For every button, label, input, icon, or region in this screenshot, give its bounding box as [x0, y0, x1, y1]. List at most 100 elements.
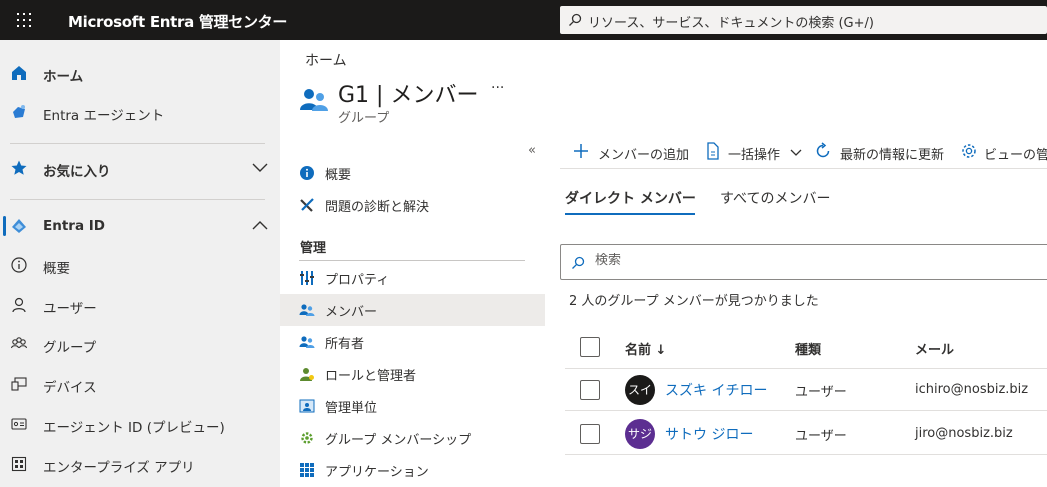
refresh-icon	[816, 142, 830, 158]
nav-item-home[interactable]: ホーム	[0, 53, 280, 93]
members-icon	[299, 304, 315, 316]
menu-item-diagnose[interactable]: 問題の診断と解決	[280, 189, 545, 221]
page-title: G1 | メンバー	[338, 83, 479, 108]
nav-item-label: デバイス	[43, 380, 97, 396]
bulk-operations-label: 一括操作	[728, 148, 781, 163]
nav-item-users[interactable]: ユーザー	[0, 285, 280, 325]
menu-item-applications[interactable]: アプリケーション	[280, 454, 545, 486]
nav-item-groups[interactable]: グループ	[0, 324, 280, 364]
member-type: ユーザー	[795, 429, 847, 444]
chevron-up-icon[interactable]	[252, 219, 268, 231]
nav-item-enterprise-apps[interactable]: エンタープライズ アプリ	[0, 444, 280, 484]
menu-section-manage: 管理	[300, 241, 327, 256]
menu-item-label: 問題の診断と解決	[325, 200, 430, 215]
menu-item-label: 管理単位	[325, 401, 378, 416]
row-checkbox[interactable]	[580, 380, 600, 400]
nav-item-devices[interactable]: デバイス	[0, 364, 280, 404]
member-type: ユーザー	[795, 385, 847, 400]
nav-item-overview[interactable]: 概要	[0, 245, 280, 285]
id-card-icon	[11, 418, 27, 430]
add-member-button[interactable]: メンバーの追加	[572, 142, 702, 163]
gear-icon	[962, 144, 976, 158]
nav-divider	[10, 143, 265, 144]
chevron-down-icon[interactable]	[252, 161, 268, 173]
manage-view-label: ビューの管	[984, 148, 1047, 162]
row-divider	[565, 454, 1047, 455]
nav-item-favorites[interactable]: お気に入り	[0, 148, 280, 188]
nav-item-label: グループ	[43, 340, 97, 356]
nav-item-label: 概要	[43, 261, 70, 277]
menu-item-label: ロールと管理者	[325, 369, 417, 384]
nav-item-entra-id[interactable]: Entra ID	[0, 206, 280, 246]
wrench-icon	[300, 198, 314, 212]
column-header-email[interactable]: メール	[915, 339, 954, 358]
nav-item-label: お気に入り	[43, 164, 111, 180]
nav-item-agent-id[interactable]: エージェント ID (プレビュー)	[0, 404, 280, 444]
nav-item-entra-agent[interactable]: Entra エージェント	[0, 92, 280, 132]
breadcrumb[interactable]: ホーム	[305, 50, 347, 70]
manage-view-button[interactable]: ビューの管	[960, 142, 1047, 162]
app-title[interactable]: Microsoft Entra 管理センター	[68, 11, 287, 32]
menu-item-owners[interactable]: 所有者	[280, 326, 545, 358]
admin-units-icon	[299, 399, 315, 413]
column-header-name[interactable]: 名前 ↓	[625, 339, 666, 358]
menu-item-admin-units[interactable]: 管理単位	[280, 390, 545, 422]
bulk-operations-button[interactable]: 一括操作	[704, 142, 804, 163]
result-count: 2 人のグループ メンバーが見つかりました	[569, 294, 819, 309]
app-launcher-icon[interactable]	[16, 12, 32, 28]
member-email: jiro@nosbiz.biz	[915, 426, 1013, 441]
global-search-box[interactable]: リソース、サービス、ドキュメントの検索 (G+/)	[560, 6, 1047, 34]
member-search-input[interactable]	[595, 253, 995, 268]
active-tab-indicator	[565, 213, 695, 215]
menu-item-members[interactable]: メンバー	[280, 294, 545, 326]
menu-item-label: プロパティ	[325, 273, 390, 288]
command-bar: メンバーの追加 一括操作 最新の情報に更新 ビューの管	[560, 136, 1047, 168]
avatar: サジ	[625, 419, 655, 449]
owners-icon	[299, 336, 315, 348]
row-divider	[565, 410, 1047, 411]
select-all-checkbox[interactable]	[580, 337, 600, 357]
refresh-button[interactable]: 最新の情報に更新	[814, 142, 954, 163]
menu-item-properties[interactable]: プロパティ	[280, 262, 545, 294]
more-options-button[interactable]: ···	[491, 80, 504, 96]
document-icon	[707, 142, 719, 160]
nav-item-label: ユーザー	[43, 301, 97, 317]
menu-item-label: アプリケーション	[325, 465, 429, 480]
refresh-label: 最新の情報に更新	[840, 148, 945, 163]
chevron-down-icon	[790, 149, 802, 156]
member-name-link[interactable]: サトウ ジロー	[665, 424, 753, 444]
menu-item-label: グループ メンバーシップ	[325, 433, 472, 448]
search-icon	[572, 256, 585, 269]
avatar: スイ	[625, 375, 655, 405]
column-header-type[interactable]: 種類	[795, 339, 821, 358]
nav-item-label: ホーム	[43, 69, 84, 85]
tab-direct-members[interactable]: ダイレクト メンバー	[565, 188, 696, 208]
menu-item-overview[interactable]: 概要	[280, 157, 545, 189]
tab-all-members[interactable]: すべてのメンバー	[720, 188, 830, 208]
group-icon	[10, 337, 28, 349]
row-checkbox[interactable]	[580, 424, 600, 444]
member-search-box[interactable]	[560, 244, 1047, 280]
nav-item-label: Entra ID	[43, 218, 105, 234]
add-member-label: メンバーの追加	[598, 148, 690, 163]
nav-divider	[10, 199, 265, 200]
table-header-divider	[565, 368, 1047, 369]
command-bar-divider	[560, 168, 1047, 169]
plus-icon	[574, 144, 588, 158]
entra-id-icon	[12, 219, 26, 233]
menu-item-label: 所有者	[325, 337, 365, 352]
global-search-placeholder: リソース、サービス、ドキュメントの検索 (G+/)	[588, 16, 874, 31]
top-bar: Microsoft Entra 管理センター リソース、サービス、ドキュメントの…	[0, 0, 1047, 40]
roles-icon	[300, 368, 314, 381]
nav-item-label: Entra エージェント	[43, 108, 165, 124]
active-indicator	[3, 216, 6, 236]
user-icon	[12, 297, 26, 313]
menu-item-group-membership[interactable]: グループ メンバーシップ	[280, 422, 545, 454]
collapse-menu-button[interactable]: «	[528, 143, 536, 158]
menu-item-roles[interactable]: ロールと管理者	[280, 358, 545, 390]
menu-section-divider	[299, 260, 525, 261]
member-name-link[interactable]: スズキ イチロー	[665, 380, 767, 400]
member-email: ichiro@nosbiz.biz	[915, 382, 1029, 397]
star-icon	[11, 160, 27, 175]
properties-icon	[300, 271, 314, 285]
